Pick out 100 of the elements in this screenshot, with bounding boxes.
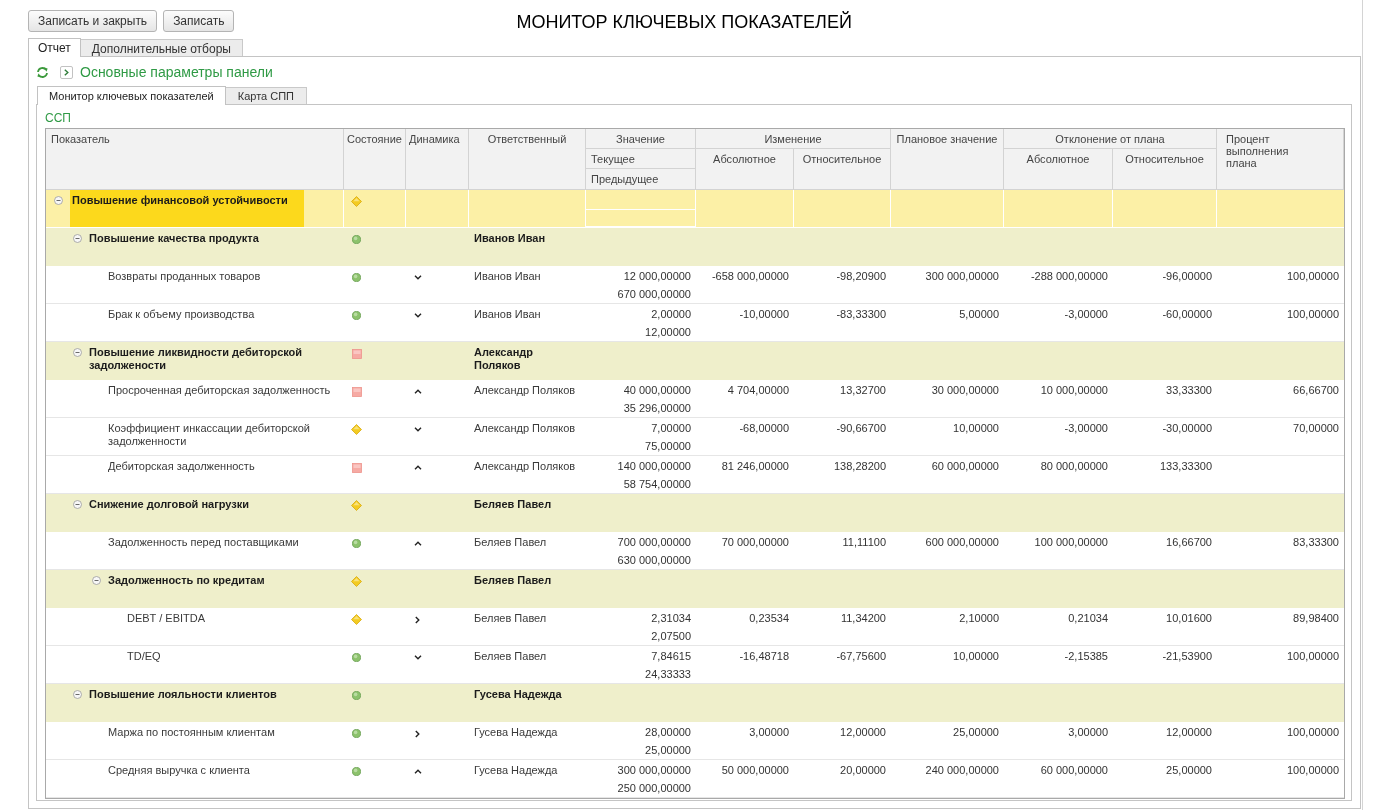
refresh-icon[interactable] bbox=[36, 66, 49, 78]
collapse-icon[interactable] bbox=[54, 196, 63, 205]
responsible-name: Гусева Надежда bbox=[474, 726, 558, 738]
table-cell: 2,10000 bbox=[959, 612, 999, 624]
table-cell: 3,00000 bbox=[749, 726, 789, 738]
table-cell: -658 000,00000 bbox=[711, 270, 789, 282]
responsible-name: Гусева Надежда bbox=[474, 688, 562, 700]
column-header: Показатель bbox=[46, 129, 344, 190]
responsible-name: Гусева Надежда bbox=[474, 764, 558, 776]
table-cell: 11,34200 bbox=[840, 612, 886, 624]
table-cell: 100,00000 bbox=[1287, 764, 1339, 776]
table-cell: 60 000,00000 bbox=[1040, 764, 1108, 776]
table-cell: -2,15385 bbox=[1064, 650, 1108, 662]
table-cell: -3,00000 bbox=[1064, 422, 1108, 434]
table-cell: 25,00000 bbox=[1166, 764, 1212, 776]
column-header: Плановое значение bbox=[891, 129, 1004, 190]
responsible-name: Александр Поляков bbox=[474, 384, 576, 396]
table-cell: 70 000,00000 bbox=[721, 536, 789, 548]
table-cell: 75,00000 bbox=[645, 440, 691, 452]
group-title: Повышение лояльности клиентов bbox=[89, 687, 278, 701]
table-cell: 25,00000 bbox=[645, 744, 691, 756]
table-cell: -288 000,00000 bbox=[1030, 270, 1108, 282]
responsible-name: Беляев Павел bbox=[474, 498, 552, 510]
responsible-name: Иванов Иван bbox=[474, 308, 541, 320]
column-header: Процент выполнения плана bbox=[1217, 129, 1344, 190]
table-cell: 0,21034 bbox=[1068, 612, 1108, 624]
table-cell: 11,11100 bbox=[842, 536, 886, 548]
table-cell: 240 000,00000 bbox=[925, 764, 999, 776]
table-cell: -67,75600 bbox=[836, 650, 886, 662]
table-cell: -16,48718 bbox=[739, 650, 789, 662]
indicator-name: Средняя выручка с клиента bbox=[108, 763, 251, 777]
group-title: Задолженность по кредитам bbox=[108, 573, 266, 587]
table-cell: 5,00000 bbox=[959, 308, 999, 320]
table-cell: 300 000,00000 bbox=[925, 270, 999, 282]
tab[interactable]: Карта СПП bbox=[225, 87, 307, 104]
table-cell: 138,28200 bbox=[834, 460, 886, 472]
table-cell: 60 000,00000 bbox=[931, 460, 999, 472]
column-header: Отклонение от плана bbox=[1004, 129, 1217, 149]
table-cell: 81 246,00000 bbox=[721, 460, 789, 472]
table-cell: 600 000,00000 bbox=[925, 536, 999, 548]
collapse-icon[interactable] bbox=[73, 690, 82, 699]
indicator-name: Возвраты проданных товаров bbox=[108, 269, 262, 283]
table-cell: 12 000,00000 bbox=[623, 270, 691, 282]
column-header: Предыдущее bbox=[586, 169, 696, 190]
table-cell: 250 000,00000 bbox=[617, 782, 691, 794]
table-cell: -68,00000 bbox=[739, 422, 789, 434]
indicator-name: Маржа по постоянным клиентам bbox=[108, 725, 276, 739]
table-cell: 2,00000 bbox=[651, 308, 691, 320]
table-cell: 10,01600 bbox=[1166, 612, 1212, 624]
table-cell: 35 296,00000 bbox=[623, 402, 691, 414]
table-cell: 80 000,00000 bbox=[1040, 460, 1108, 472]
indicator-name: Дебиторская задолженность bbox=[108, 459, 256, 473]
responsible-name: Александр Поляков bbox=[474, 460, 576, 472]
table-cell: -30,00000 bbox=[1162, 422, 1212, 434]
responsible-name: Беляев Павел bbox=[474, 650, 547, 662]
table-cell: 700 000,00000 bbox=[617, 536, 691, 548]
table-cell: 40 000,00000 bbox=[623, 384, 691, 396]
collapse-icon[interactable] bbox=[73, 500, 82, 509]
collapse-icon[interactable] bbox=[92, 576, 101, 585]
tab[interactable]: Дополнительные отборы bbox=[80, 39, 243, 56]
indicator-name: Задолженность перед поставщиками bbox=[108, 535, 300, 549]
table-cell: 16,66700 bbox=[1166, 536, 1212, 548]
table-cell: 7,00000 bbox=[651, 422, 691, 434]
table-cell: 100,00000 bbox=[1287, 308, 1339, 320]
toolbar-button[interactable]: Записать bbox=[163, 10, 235, 32]
group-title: Повышение ликвидности дебиторской задолжености bbox=[89, 345, 304, 372]
table-cell: 100,00000 bbox=[1287, 270, 1339, 282]
table-cell: 100,00000 bbox=[1287, 726, 1339, 738]
responsible-name: Александр Поляков bbox=[474, 346, 533, 371]
tab[interactable]: Монитор ключевых показателей bbox=[37, 86, 226, 105]
table-cell: 670 000,00000 bbox=[617, 288, 691, 300]
toolbar-button[interactable]: Записать и закрыть bbox=[28, 10, 158, 32]
table-cell: -83,33300 bbox=[836, 308, 886, 320]
table-cell: -60,00000 bbox=[1162, 308, 1212, 320]
table-cell: 10,00000 bbox=[953, 650, 999, 662]
table-cell: 13,32700 bbox=[840, 384, 886, 396]
table-cell: 10 000,00000 bbox=[1040, 384, 1108, 396]
column-header: Относительное bbox=[1113, 149, 1217, 190]
table-cell: 630 000,00000 bbox=[617, 554, 691, 566]
column-header: Ответственный bbox=[469, 129, 586, 190]
table-cell: 0,23534 bbox=[749, 612, 789, 624]
table-cell: 10,00000 bbox=[953, 422, 999, 434]
expand-toggle[interactable] bbox=[60, 65, 73, 79]
table-cell: 140 000,00000 bbox=[617, 460, 691, 472]
table-cell: 4 704,00000 bbox=[727, 384, 789, 396]
table-cell: 50 000,00000 bbox=[721, 764, 789, 776]
responsible-name: Иванов Иван bbox=[474, 270, 541, 282]
column-header: Динамика bbox=[406, 129, 469, 190]
tab[interactable]: Отчет bbox=[28, 38, 81, 57]
table-cell: 28,00000 bbox=[645, 726, 691, 738]
table-cell: -90,66700 bbox=[836, 422, 886, 434]
table-cell: 7,84615 bbox=[651, 650, 691, 662]
panel-title[interactable]: Основные параметры панели bbox=[80, 65, 273, 79]
collapse-icon[interactable] bbox=[73, 348, 82, 357]
collapse-icon[interactable] bbox=[73, 234, 82, 243]
table-cell: 20,00000 bbox=[840, 764, 886, 776]
column-header: Абсолютное bbox=[1004, 149, 1113, 190]
table-cell: 12,00000 bbox=[645, 326, 691, 338]
table-cell: 12,00000 bbox=[1166, 726, 1212, 738]
table-cell: 12,00000 bbox=[840, 726, 886, 738]
